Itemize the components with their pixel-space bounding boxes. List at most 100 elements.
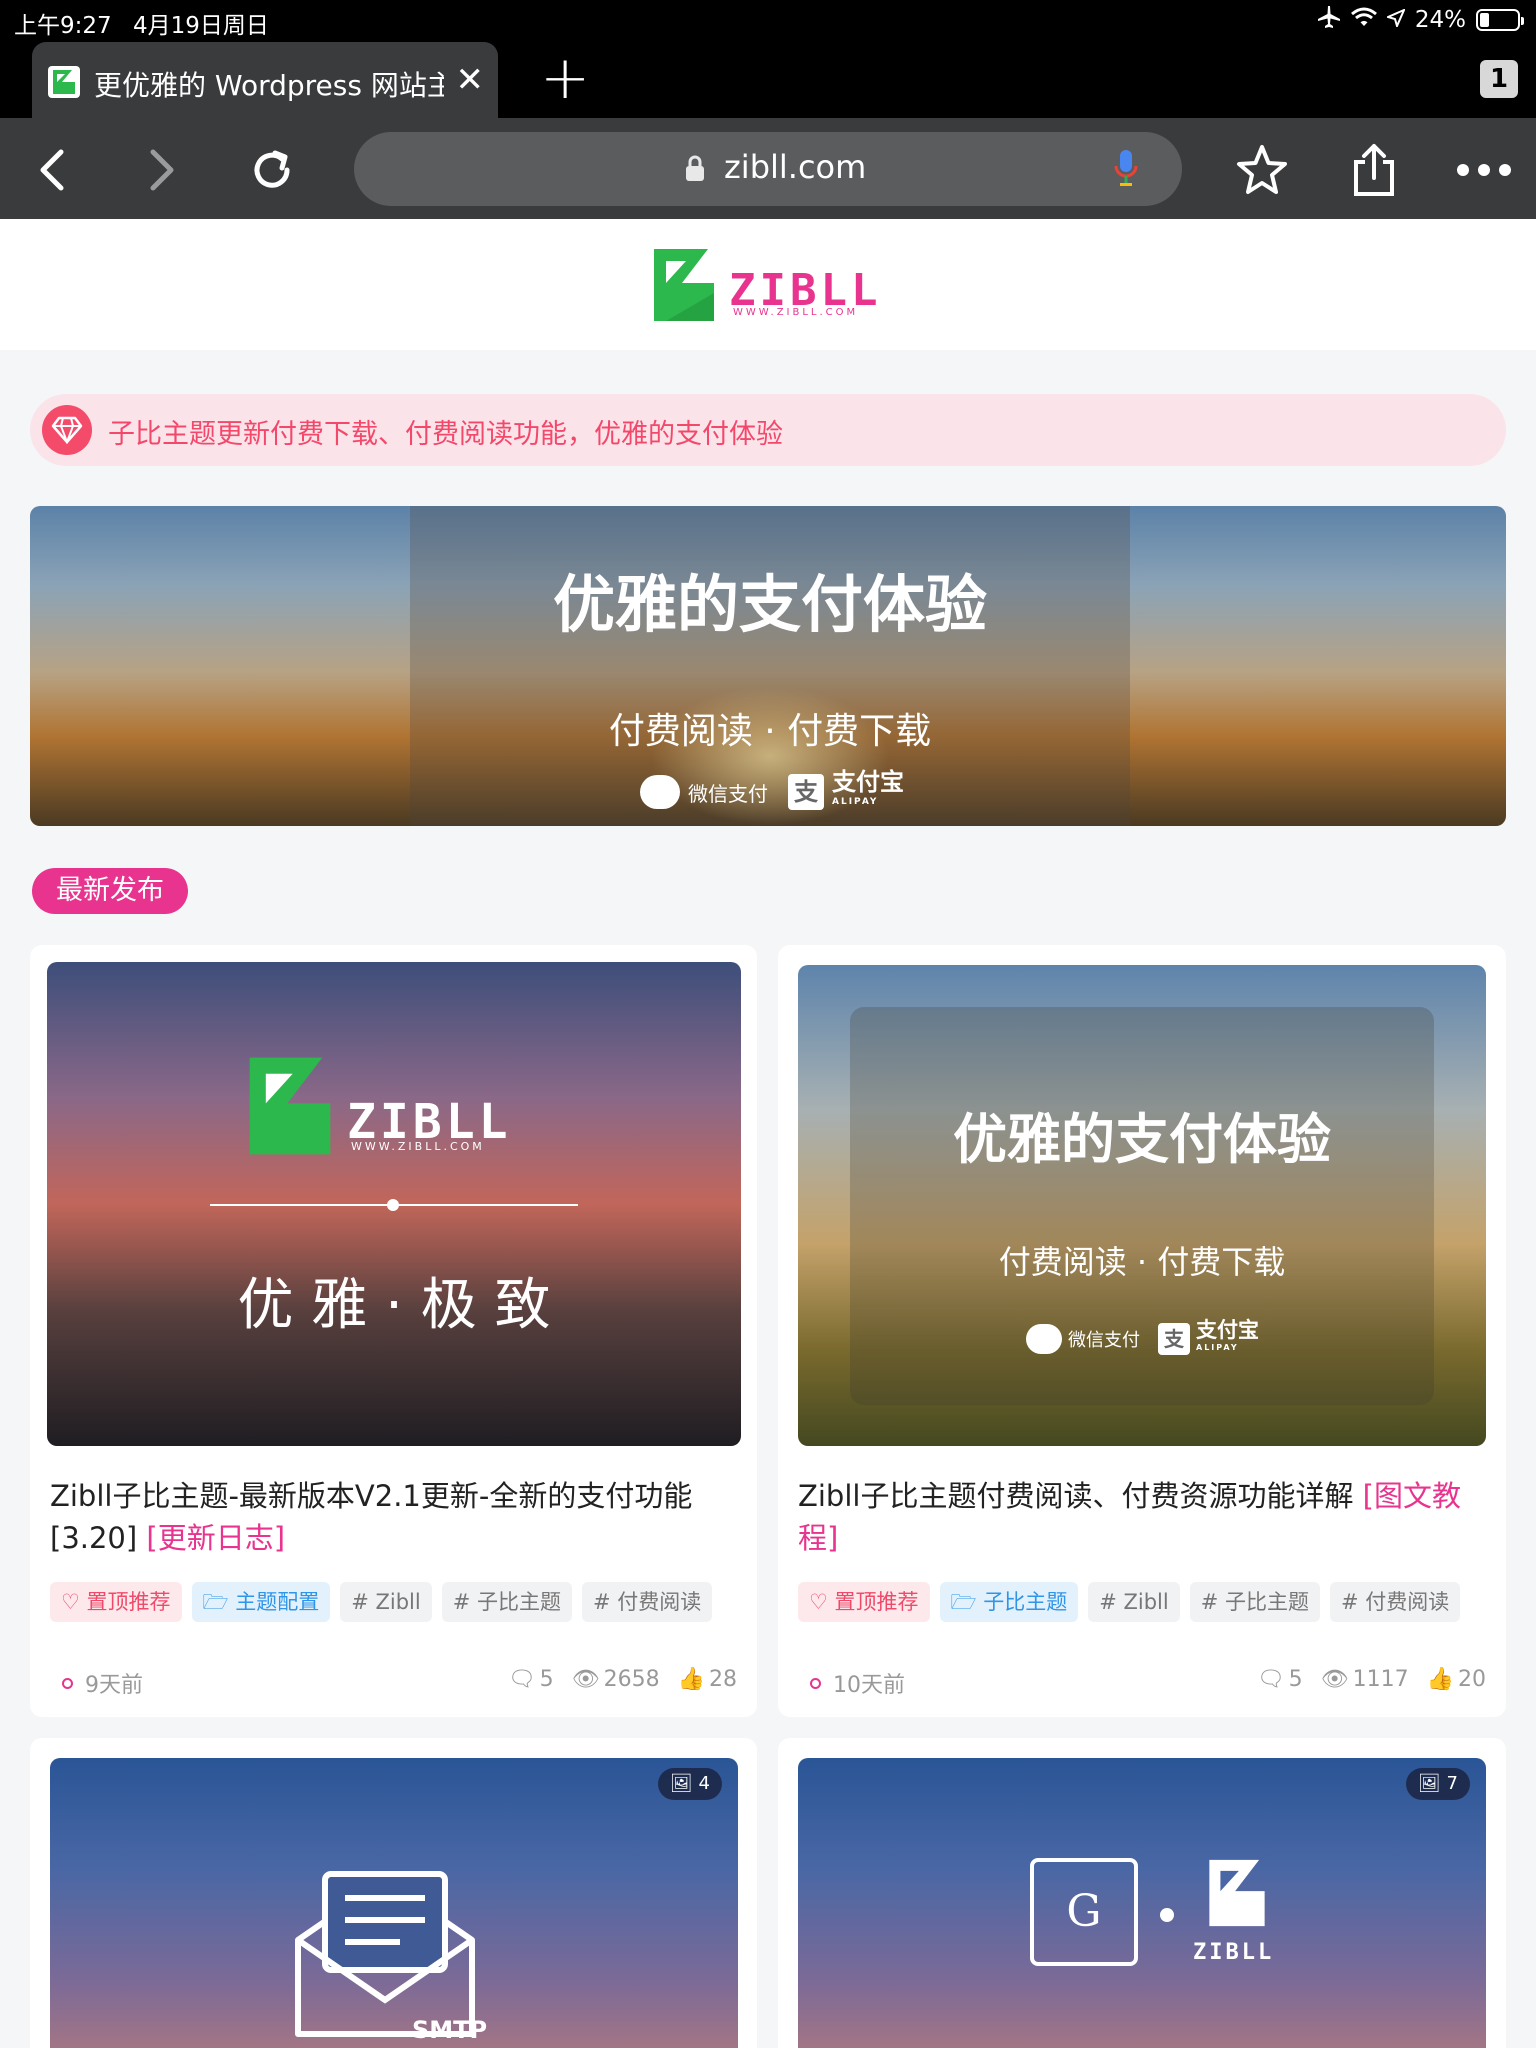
comment-count[interactable]: 🗨 5 <box>508 1667 554 1692</box>
bookmark-button[interactable] <box>1232 140 1292 200</box>
smtp-label: SMTP <box>412 2016 488 2044</box>
tag-category[interactable]: 🗁 子比主题 <box>939 1582 1079 1622</box>
tab-count-button[interactable]: 1 <box>1480 60 1518 98</box>
post-title-accent[interactable]: [更新日志] <box>146 1521 285 1555</box>
tag-label: 子比主题 <box>983 1590 1068 1614</box>
tag-zibll[interactable]: # Zibll <box>340 1582 432 1622</box>
post-title[interactable]: Zibll子比主题-最新版本V2.1更新-全新的支付功能[3.20] [更新日志… <box>50 1475 740 1559</box>
post-card[interactable]: 优雅的支付体验 付费阅读 · 付费下载 微信支付 支支付宝 ALIPAY Zibl… <box>778 945 1506 1717</box>
image-count-badge: 🖼 7 <box>1405 1768 1470 1800</box>
post-thumbnail[interactable]: 🖼 7 G ZIBLL <box>798 1758 1486 2048</box>
wifi-icon <box>1350 7 1377 33</box>
hero-banner[interactable]: 优雅的支付体验 付费阅读 · 付费下载 微信支付 支 支付宝 ALIPAY <box>30 506 1506 826</box>
post-card[interactable]: 🖼 4 SMTP <box>30 1738 757 2048</box>
thumb-alipay-logo: 支支付宝 ALIPAY <box>1158 1320 1259 1357</box>
thumb-separator-dot <box>1160 1908 1174 1922</box>
post-thumbnail[interactable]: 🖼 4 SMTP <box>50 1758 738 2048</box>
forward-button[interactable] <box>132 140 192 200</box>
post-time-text: 9天前 <box>85 1673 143 1698</box>
post-time: 9天前 <box>62 1667 143 1699</box>
thumb-logo-text: ZIBLL <box>1193 1940 1275 1965</box>
url-text: zibll.com <box>724 148 867 186</box>
address-bar[interactable]: zibll.com <box>354 132 1182 206</box>
location-icon <box>1384 7 1406 33</box>
tag-pinned[interactable]: ♡ 置顶推荐 <box>50 1582 182 1622</box>
thumb-wechat-icon <box>1026 1324 1062 1354</box>
folder-icon: 🗁 <box>202 1590 236 1614</box>
post-time: 10天前 <box>810 1667 905 1699</box>
tag-label: 置顶推荐 <box>86 1590 171 1614</box>
tab-title: 更优雅的 Wordpress 网站主题 <box>94 69 444 102</box>
microphone-icon[interactable] <box>1114 148 1138 192</box>
more-menu-button[interactable] <box>1454 140 1514 200</box>
new-tab-button[interactable]: + <box>540 48 590 108</box>
banner-title: 优雅的支付体验 <box>552 568 987 641</box>
eye-icon: 👁 <box>571 1667 600 1692</box>
reload-button[interactable] <box>242 140 302 200</box>
image-count-badge: 🖼 4 <box>657 1768 722 1800</box>
thumb-slogan: 优 雅 · 极 致 <box>237 1273 551 1338</box>
tag-paid-read[interactable]: # 付费阅读 <box>1330 1582 1461 1622</box>
eye-icon: 👁 <box>1320 1667 1349 1692</box>
comment-icon: 🗨 <box>507 1667 536 1692</box>
thumb-logo-sub: WWW.ZIBLL.COM <box>351 1140 485 1153</box>
image-icon: 🖼 <box>1417 1773 1441 1794</box>
lock-icon <box>684 154 706 186</box>
reload-icon <box>254 150 290 188</box>
like-count[interactable]: 👍 28 <box>678 1667 737 1692</box>
tag-category[interactable]: 🗁 主题配置 <box>191 1582 331 1622</box>
announcement-text: 子比主题更新付费下载、付费阅读功能，优雅的支付体验 <box>108 419 783 450</box>
envelope-icon <box>295 1871 475 2037</box>
gutenberg-logo-icon: G <box>1030 1858 1138 1966</box>
comment-count[interactable]: 🗨 5 <box>1257 1667 1303 1692</box>
tag-theme[interactable]: # 子比主题 <box>1189 1582 1321 1622</box>
like-count[interactable]: 👍 20 <box>1427 1667 1486 1692</box>
tag-theme[interactable]: # 子比主题 <box>441 1582 573 1622</box>
zibll-logo-icon <box>249 1057 331 1155</box>
tag-zibll[interactable]: # Zibll <box>1088 1582 1180 1622</box>
thumbs-up-icon: 👍 <box>677 1667 705 1692</box>
tag-pinned[interactable]: ♡ 置顶推荐 <box>798 1582 930 1622</box>
tag-label: 主题配置 <box>235 1590 320 1614</box>
diamond-icon <box>42 405 92 455</box>
share-button[interactable] <box>1344 140 1404 200</box>
post-title-text: Zibll子比主题付费阅读、付费资源功能详解 <box>798 1479 1354 1513</box>
alipay-logo: 支 支付宝 ALIPAY <box>788 770 904 812</box>
browser-tab[interactable]: 更优雅的 Wordpress 网站主题 ✕ <box>32 42 498 118</box>
tag-paid-read[interactable]: # 付费阅读 <box>582 1582 713 1622</box>
wechat-pay-logo: 微信支付 <box>640 775 768 809</box>
post-thumbnail[interactable]: 优雅的支付体验 付费阅读 · 付费下载 微信支付 支支付宝 ALIPAY <box>798 965 1486 1446</box>
post-title[interactable]: Zibll子比主题付费阅读、付费资源功能详解 [图文教程] <box>798 1475 1488 1559</box>
image-icon: 🖼 <box>669 1773 693 1794</box>
comment-count-text: 5 <box>539 1667 554 1692</box>
time-dot-icon <box>62 1677 73 1689</box>
post-thumbnail[interactable]: ZIBLL WWW.ZIBLL.COM 优 雅 · 极 致 <box>47 962 741 1446</box>
status-bar: 上午9:27 4月19日周日 24% <box>0 0 1536 40</box>
chevron-left-icon <box>40 149 64 191</box>
tag-label: 置顶推荐 <box>834 1590 919 1614</box>
close-tab-icon[interactable]: ✕ <box>456 60 485 100</box>
post-card[interactable]: ZIBLL WWW.ZIBLL.COM 优 雅 · 极 致 Zibll子比主题-… <box>30 945 757 1717</box>
more-icon <box>1457 164 1511 176</box>
heart-icon: ♡ <box>61 1590 87 1614</box>
announcement-bar[interactable]: 子比主题更新付费下载、付费阅读功能，优雅的支付体验 <box>30 394 1506 466</box>
thumb-title: 优雅的支付体验 <box>953 1108 1331 1171</box>
post-stats: 🗨 5 👁 1117 👍 20 <box>1257 1667 1486 1692</box>
view-count-text: 2658 <box>603 1667 660 1692</box>
wechat-pay-label: 微信支付 <box>688 781 768 806</box>
folder-icon: 🗁 <box>950 1590 984 1614</box>
post-card[interactable]: 🖼 7 G ZIBLL <box>778 1738 1506 2048</box>
zibll-logo-icon <box>1209 1859 1265 1927</box>
like-count-text: 20 <box>1458 1667 1486 1692</box>
site-logo-icon[interactable] <box>652 247 716 327</box>
alipay-icon: 支 <box>788 774 824 810</box>
thumb-alipay-icon: 支 <box>1158 1323 1190 1355</box>
comment-icon: 🗨 <box>1256 1667 1285 1692</box>
back-button[interactable] <box>22 140 82 200</box>
comment-count-text: 5 <box>1288 1667 1303 1692</box>
thumb-divider-dot <box>387 1199 399 1211</box>
payment-logos: 微信支付 支 支付宝 ALIPAY <box>640 770 904 812</box>
post-tags: ♡ 置顶推荐 🗁 子比主题 # Zibll # 子比主题 # 付费阅读 <box>798 1582 1461 1622</box>
heart-icon: ♡ <box>809 1590 835 1614</box>
status-time: 上午9:27 <box>14 13 112 39</box>
